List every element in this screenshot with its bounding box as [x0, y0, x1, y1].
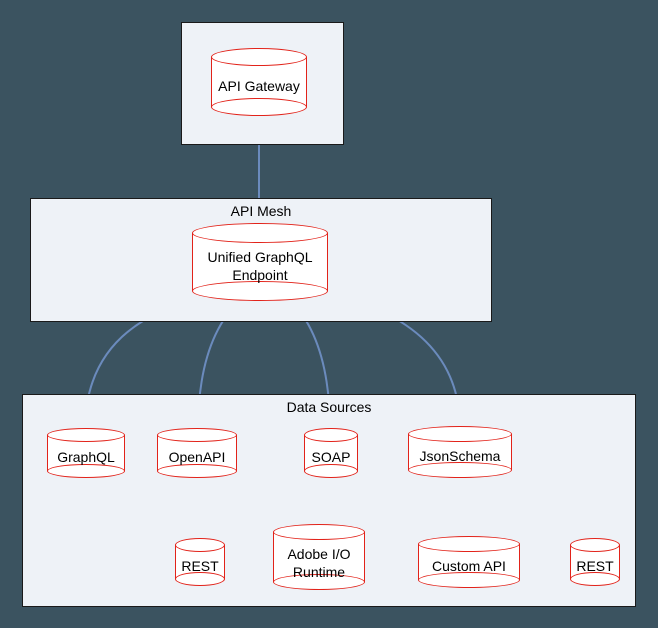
node-api-gateway: API Gateway: [211, 48, 307, 116]
node-rest-1: REST: [175, 538, 225, 586]
container-data-sources-label: Data Sources: [23, 399, 635, 415]
node-graphql: GraphQL: [47, 428, 125, 478]
node-soap: SOAP: [304, 428, 358, 478]
node-rest-2: REST: [570, 538, 620, 586]
node-jsonschema: JsonSchema: [408, 426, 512, 478]
node-custom: Custom API: [418, 536, 520, 588]
node-unified: Unified GraphQL Endpoint: [192, 223, 328, 301]
node-adobe: Adobe I/O Runtime: [273, 524, 365, 590]
node-openapi: OpenAPI: [157, 428, 237, 478]
container-api-mesh-label: API Mesh: [31, 203, 491, 219]
